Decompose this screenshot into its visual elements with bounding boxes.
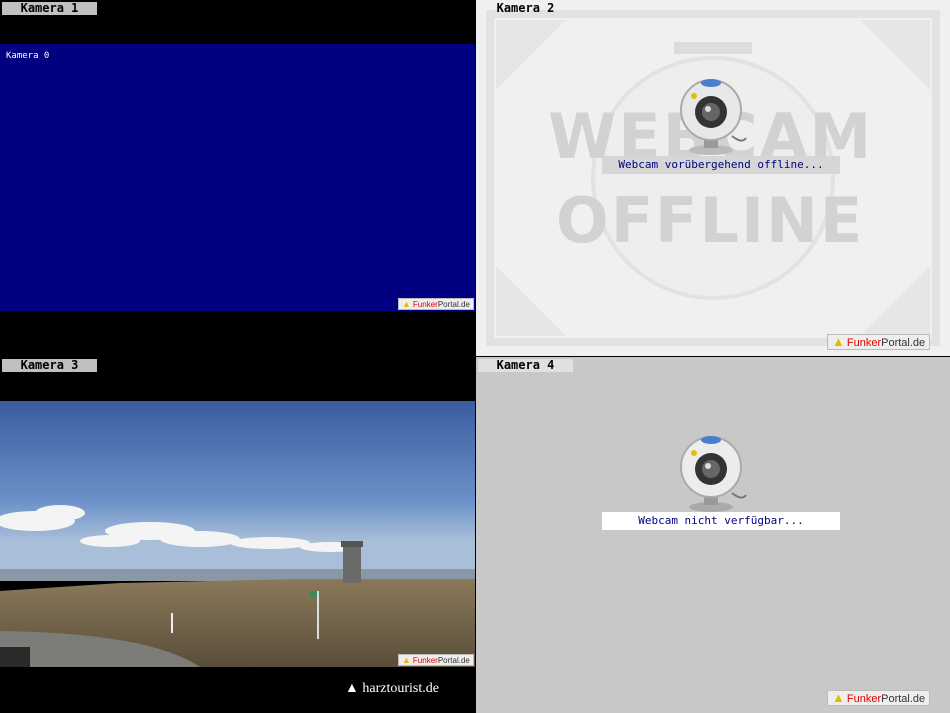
- warning-triangle-icon: ▲: [402, 299, 411, 309]
- funkerportal-logo: ▲ FunkerPortal.de: [398, 298, 474, 310]
- webcam-icon: [680, 436, 747, 512]
- landscape-scene: [0, 401, 475, 667]
- camera-label: Kamera 2: [496, 1, 555, 15]
- warning-triangle-icon: ▲: [402, 655, 411, 665]
- offline-test-pattern: [476, 0, 950, 356]
- warning-triangle-icon: ▲: [832, 690, 845, 705]
- funkerportal-logo: ▲ FunkerPortal.de: [827, 690, 931, 706]
- funkerportal-logo: ▲ FunkerPortal.de: [398, 654, 474, 666]
- mountain-logo-icon: ▲: [345, 681, 359, 696]
- webcam-icon: [680, 79, 747, 155]
- offline-overlay-text: OFFLINE: [556, 184, 865, 257]
- status-message: Webcam vorübergehend offline...: [602, 156, 840, 174]
- warning-triangle-icon: ▲: [832, 334, 845, 349]
- harztourist-watermark: ▲ harztourist.de: [345, 681, 439, 696]
- camera-panel-1: Kamera 1 Kamera 0 ▲ FunkerPortal.de: [0, 0, 475, 356]
- status-message: Webcam nicht verfügbar...: [602, 512, 840, 530]
- camera-panel-2: WEBCAM OFFLINE Kamera 2 Webcam vorüberge…: [476, 0, 950, 356]
- camera-label: Kamera 4: [478, 359, 573, 372]
- camera-label: Kamera 1: [2, 2, 97, 15]
- funkerportal-logo: ▲ FunkerPortal.de: [827, 334, 931, 350]
- camera-panel-3: Kamera 3 ▲ harztourist.de ▲ FunkerPortal…: [0, 357, 475, 713]
- camera-label: Kamera 3: [2, 359, 97, 372]
- camera-panel-4: Kamera 4 Webcam nicht verfügbar... ▲ Funk…: [476, 357, 950, 713]
- camera-feed-image: ▲ harztourist.de ▲ FunkerPortal.de: [0, 401, 475, 696]
- camera-feed: Kamera 0 ▲ FunkerPortal.de: [0, 44, 475, 311]
- camera-osd-text: Kamera 0: [6, 51, 50, 61]
